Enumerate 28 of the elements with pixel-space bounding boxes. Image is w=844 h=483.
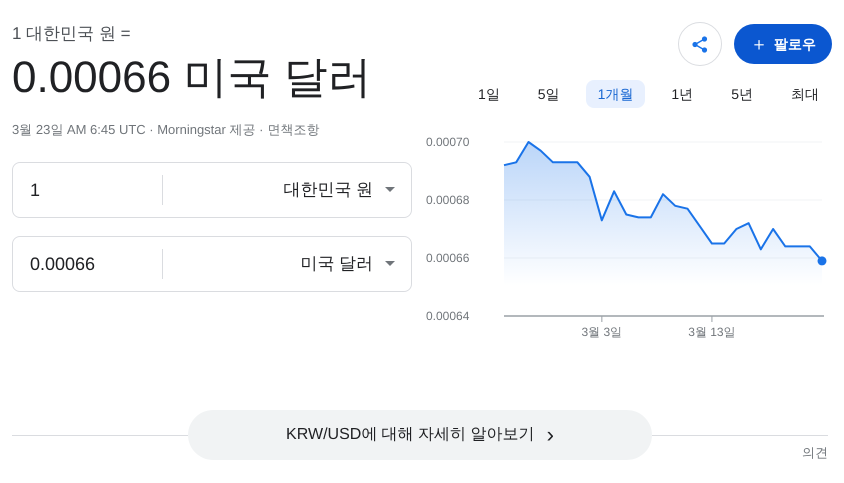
y-tick-label: 0.00064 <box>426 309 470 323</box>
x-tick-label: 3월 13일 <box>688 325 736 339</box>
feedback-link[interactable]: 의견 <box>802 443 828 462</box>
dropdown-caret-icon <box>385 261 395 266</box>
range-tab[interactable]: 1일 <box>466 80 512 108</box>
conversion-subtitle: 1 대한민국 원 = <box>12 23 132 45</box>
disclaimer-link[interactable]: 면책조항 <box>267 120 320 140</box>
x-tick-label: 3월 3일 <box>582 325 622 339</box>
range-tab[interactable]: 최대 <box>778 80 831 108</box>
share-icon <box>692 36 708 52</box>
currency-select[interactable]: 대한민국 원 <box>163 176 411 202</box>
range-tab[interactable]: 1개월 <box>586 80 646 108</box>
y-tick-label: 0.00066 <box>426 251 470 265</box>
source-info: 3월 23일 AM 6:45 UTC · Morningstar 제공 · <box>12 121 264 139</box>
amount-field[interactable]: 0.00066 <box>13 248 163 278</box>
range-tab[interactable]: 1년 <box>659 80 706 108</box>
amount-field[interactable]: 1 <box>13 174 163 204</box>
y-tick-label: 0.00070 <box>426 135 470 149</box>
range-tab[interactable]: 5일 <box>526 80 572 108</box>
follow-button[interactable]: ＋ 팔로우 <box>734 24 832 64</box>
share-button[interactable] <box>678 22 722 66</box>
conversion-result: 0.00066 미국 달러 <box>12 52 372 104</box>
currency-select[interactable]: 미국 달러 <box>163 250 411 276</box>
range-tab[interactable]: 5년 <box>719 80 765 108</box>
last-point-dot <box>818 256 826 266</box>
dropdown-caret-icon <box>385 187 395 192</box>
learn-more-button[interactable]: KRW/USD에 대해 자세히 알아보기 › <box>188 410 652 460</box>
y-tick-label: 0.00068 <box>426 193 470 207</box>
